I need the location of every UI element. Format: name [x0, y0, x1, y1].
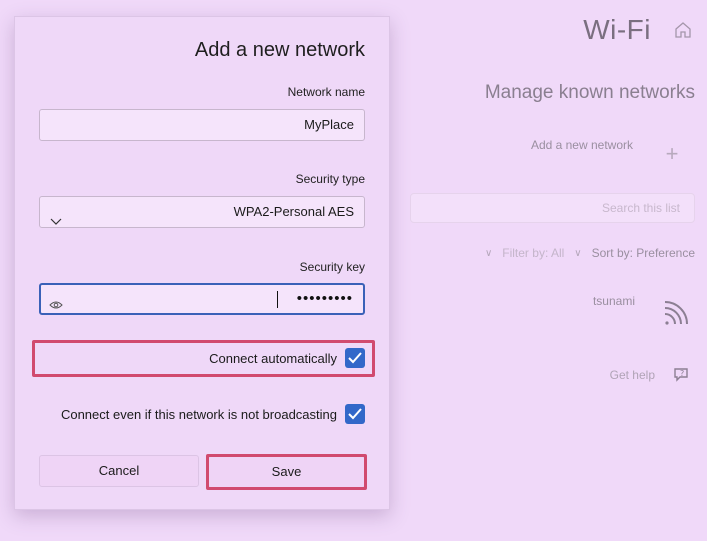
chevron-down-icon: ∨ — [574, 247, 582, 259]
network-name: tsunami — [592, 294, 635, 308]
plus-icon: + — [665, 141, 679, 166]
connect-automatically-label: Connect automatically — [209, 350, 337, 366]
connect-hidden-label: Connect even if this network is not broa… — [60, 406, 337, 422]
help-icon: ? — [671, 364, 693, 386]
cancel-button[interactable]: Cancel — [39, 455, 199, 487]
search-input[interactable]: Search this list — [410, 193, 695, 223]
page-subtitle: Manage known networks — [484, 82, 695, 103]
checkbox-checked[interactable] — [345, 348, 365, 368]
security-type-value: WPA2-Personal AES — [233, 204, 354, 219]
get-help-link[interactable]: Get help ? — [583, 364, 693, 388]
add-network-label: Add a new network — [530, 138, 633, 152]
home-icon[interactable] — [673, 20, 693, 40]
security-type-select[interactable]: WPA2-Personal AES — [39, 196, 365, 228]
sort-dropdown[interactable]: Sort by: Preference — [592, 246, 695, 260]
known-network-item[interactable]: tsunami — [573, 292, 693, 332]
eye-icon[interactable] — [49, 293, 63, 309]
get-help-label: Get help — [609, 368, 655, 382]
filter-dropdown[interactable]: Filter by: All — [502, 246, 564, 260]
connect-hidden-checkbox[interactable]: Connect even if this network is not broa… — [61, 403, 365, 425]
dialog-title: Add a new network — [194, 39, 365, 61]
page-title: Wi-Fi — [583, 14, 651, 45]
add-network-row[interactable]: + Add a new network — [405, 134, 695, 174]
security-key-value: ••••••••• — [296, 290, 353, 307]
text-caret — [277, 291, 278, 308]
network-name-label: Network name — [287, 85, 365, 99]
security-type-label: Security type — [295, 172, 365, 186]
list-filters: ∨ Filter by: All ∨ Sort by: Preference — [485, 246, 695, 260]
network-name-field[interactable]: MyPlace — [39, 109, 365, 141]
chevron-down-icon: ∨ — [484, 247, 493, 259]
connect-automatically-checkbox[interactable]: Connect automatically — [209, 347, 365, 369]
chevron-down-icon — [50, 207, 62, 225]
save-button[interactable]: Save — [208, 456, 365, 488]
security-key-label: Security key — [299, 260, 365, 274]
wifi-icon — [661, 294, 693, 328]
svg-text:?: ? — [680, 369, 684, 378]
add-network-dialog: Add a new network Network name MyPlace S… — [14, 16, 390, 510]
security-key-field[interactable]: ••••••••• — [39, 283, 365, 315]
checkbox-checked[interactable] — [345, 404, 365, 424]
